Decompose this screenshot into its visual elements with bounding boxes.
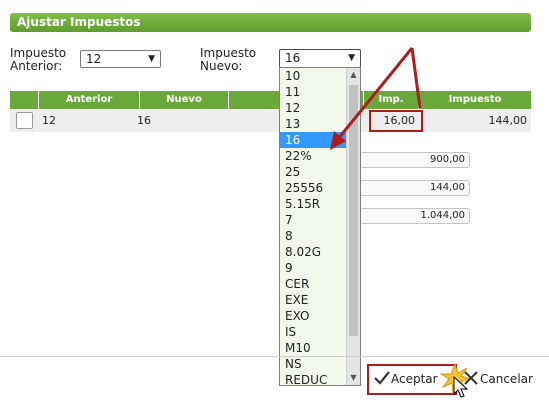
cancel-button[interactable]: Cancelar (462, 369, 533, 389)
footer-divider (0, 356, 549, 357)
annotation-arrow-line-branch (410, 47, 422, 109)
close-icon (464, 371, 478, 385)
cancel-label: Cancelar (480, 372, 533, 386)
accept-button[interactable]: Aceptar (373, 369, 438, 389)
checkmark-icon (374, 371, 390, 385)
annotation-arrow (330, 47, 422, 150)
annotation-arrow-line-main (336, 47, 414, 140)
accept-label: Aceptar (391, 372, 438, 386)
